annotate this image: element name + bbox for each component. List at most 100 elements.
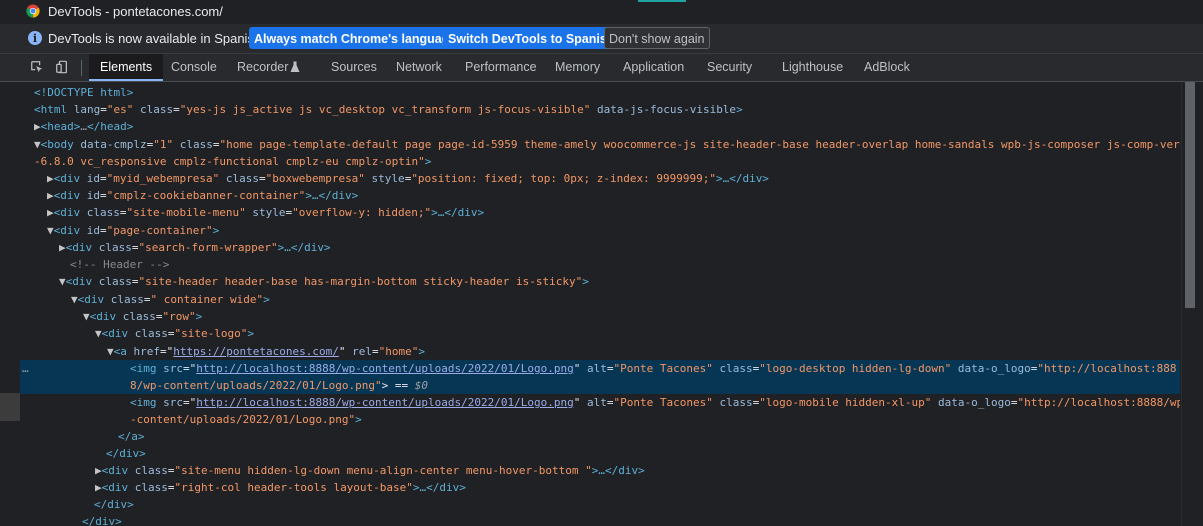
collapse-triangle-icon[interactable]: ▼ [47, 224, 54, 237]
tab-lighthouse[interactable]: Lighthouse [782, 54, 843, 81]
src-link[interactable]: http://localhost:8888/wp-content/uploads… [196, 396, 574, 409]
attr-name: href [126, 345, 160, 358]
equals: = [100, 224, 107, 237]
equals: = [606, 396, 614, 409]
attr-name: class [128, 481, 168, 494]
tag-end: > [247, 327, 254, 340]
expand-triangle-icon[interactable]: ▶ [34, 120, 41, 133]
dom-line-head[interactable]: ▶<head>…</head> [34, 118, 133, 135]
div-close-tag: </div> [106, 447, 146, 460]
inspect-element-icon[interactable] [30, 60, 44, 74]
window-title: DevTools - pontetacones.com/ [48, 4, 223, 19]
dom-line-doctype[interactable]: <!DOCTYPE html> [34, 84, 133, 101]
expand-triangle-icon[interactable]: ▶ [95, 464, 102, 477]
expand-triangle-icon[interactable]: ▶ [47, 172, 54, 185]
dom-line-div-mobile-menu[interactable]: ▶<div class="site-mobile-menu" style="ov… [47, 204, 484, 221]
equals: = [371, 345, 379, 358]
dom-line-a-home[interactable]: ▼<a href="https://pontetacones.com/" rel… [107, 343, 425, 360]
dom-line-div-site-header[interactable]: ▼<div class="site-header header-base has… [59, 273, 589, 290]
always-match-language-button[interactable]: Always match Chrome's language [249, 27, 462, 49]
tag-end: > [582, 275, 589, 288]
attr-value: "es" [106, 103, 134, 116]
dom-line-html[interactable]: <html lang="es" class="yes-js js_active … [34, 101, 743, 118]
div-tag: <div [89, 310, 117, 323]
dom-line-div-site-logo[interactable]: ▼<div class="site-logo"> [95, 325, 254, 342]
tab-console[interactable]: Console [171, 54, 217, 81]
tag-end: > [263, 293, 270, 306]
expand-triangle-icon[interactable]: ▶ [95, 481, 102, 494]
attr-name: data-o_logo [951, 362, 1031, 375]
equals: = [131, 275, 139, 288]
tab-sources[interactable]: Sources [331, 54, 377, 81]
a-tag: <a [113, 345, 127, 358]
tab-network[interactable]: Network [396, 54, 442, 81]
div-close-tag: </div> [82, 515, 122, 526]
dom-line-div-row[interactable]: ▼<div class="row"> [83, 308, 202, 325]
dom-line-div-close-row[interactable]: </div> [94, 496, 134, 513]
dont-show-again-button[interactable]: Don't show again [604, 27, 710, 49]
attr-name: alt [580, 362, 607, 375]
expand-triangle-icon[interactable]: ▶ [59, 241, 66, 254]
equals: = [155, 310, 163, 323]
dom-line-div-cookiebanner[interactable]: ▶<div id="cmplz-cookiebanner-container">… [47, 187, 358, 204]
attr-value: -6.8.0 vc_responsive cmplz-functional cm… [34, 155, 425, 168]
a-close-tag: </a> [118, 430, 145, 443]
collapse-triangle-icon[interactable]: ▼ [107, 345, 114, 358]
tag-end: > [424, 155, 432, 168]
dom-line-div-close-container[interactable]: </div> [82, 513, 122, 526]
dom-line-div-search-form[interactable]: ▶<div class="search-form-wrapper">…</div… [59, 239, 331, 256]
collapse-triangle-icon[interactable]: ▼ [34, 138, 41, 151]
attr-name: id [80, 189, 100, 202]
dom-line-div-container-wide[interactable]: ▼<div class=" container wide"> [71, 291, 270, 308]
tab-performance[interactable]: Performance [465, 54, 537, 81]
tab-recorder[interactable]: Recorder [237, 54, 300, 81]
dom-line-div-right-col[interactable]: ▶<div class="right-col header-tools layo… [95, 479, 466, 496]
dom-tree-scrollbar[interactable] [1181, 82, 1203, 526]
expand-triangle-icon[interactable]: ▶ [47, 189, 54, 202]
dom-line-img-desktop-cont[interactable]: 8/wp-content/uploads/2022/01/Logo.png"> … [20, 377, 1180, 394]
attr-value: "site-logo" [174, 327, 248, 340]
ellipsis[interactable]: … [80, 120, 87, 133]
scrollbar-thumb[interactable] [1185, 82, 1195, 308]
attr-name: class [80, 206, 120, 219]
tab-elements[interactable]: Elements [89, 54, 164, 81]
div-tag: <div [53, 206, 81, 219]
equals: =" [160, 345, 174, 358]
attr-value: "myid_webempresa" [106, 172, 220, 185]
collapse-triangle-icon[interactable]: ▼ [59, 275, 66, 288]
dom-line-div-page-container[interactable]: ▼<div id="page-container"> [47, 222, 219, 239]
img-tag: <img [130, 396, 157, 409]
src-link[interactable]: http://localhost:8888/wp-content/uploads… [196, 362, 574, 375]
dom-line-div-close[interactable]: </div> [106, 445, 146, 462]
dom-line-img-desktop-selected[interactable]: … <img src="http://localhost:8888/wp-cont… [20, 360, 1180, 377]
dom-line-body-cont[interactable]: -6.8.0 vc_responsive cmplz-functional cm… [34, 153, 431, 170]
attr-name: class [133, 103, 174, 116]
expand-triangle-icon[interactable]: ▶ [47, 206, 54, 219]
dom-line-comment[interactable]: <!-- Header --> [70, 256, 169, 273]
tag-end: > [736, 103, 743, 116]
dom-line-div-site-menu[interactable]: ▶<div class="site-menu hidden-lg-down me… [95, 462, 645, 479]
dom-line-div-myid[interactable]: ▶<div id="myid_webempresa" class="boxweb… [47, 170, 769, 187]
tab-memory[interactable]: Memory [555, 54, 600, 81]
collapse-triangle-icon[interactable]: ▼ [83, 310, 90, 323]
dom-line-body[interactable]: ▼<body data-cmplz="1" class="home page-t… [34, 136, 1180, 153]
tag-end: >…</div> [305, 189, 359, 202]
dom-line-a-close[interactable]: </a> [118, 428, 145, 445]
href-link[interactable]: https://pontetacones.com/ [173, 345, 339, 358]
tab-application[interactable]: Application [623, 54, 684, 81]
tag-end: >…</div> [277, 241, 331, 254]
dom-line-img-mobile[interactable]: <img src="http://localhost:8888/wp-conte… [130, 394, 1180, 411]
attr-value: "Ponte Tacones" [613, 362, 713, 375]
dom-line-img-mobile-cont[interactable]: -content/uploads/2022/01/Logo.png"> [130, 411, 362, 428]
switch-to-spanish-button[interactable]: Switch DevTools to Spanish [443, 27, 620, 49]
attr-value: "right-col header-tools layout-base" [174, 481, 413, 494]
collapse-triangle-icon[interactable]: ▼ [71, 293, 78, 306]
tab-security[interactable]: Security [707, 54, 752, 81]
collapse-triangle-icon[interactable]: ▼ [95, 327, 102, 340]
more-actions-icon[interactable]: … [22, 360, 29, 377]
attr-name: class [128, 464, 168, 477]
attr-value: "site-menu hidden-lg-down menu-align-cen… [174, 464, 592, 477]
body-tag: <body [40, 138, 74, 151]
tab-adblock[interactable]: AdBlock [864, 54, 910, 81]
device-toolbar-icon[interactable] [55, 60, 69, 74]
